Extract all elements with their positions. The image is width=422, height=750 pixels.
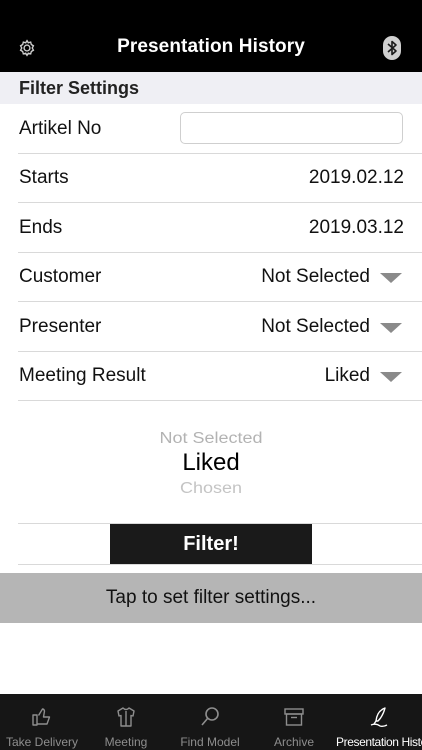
filter-button[interactable]: Filter! — [110, 524, 312, 564]
presenter-row[interactable]: Presenter Not Selected — [18, 302, 422, 352]
filter-button-row: Filter! — [18, 523, 422, 565]
filter-status-bar[interactable]: Tap to set filter settings... — [0, 573, 422, 623]
bluetooth-icon[interactable] — [383, 36, 401, 60]
customer-row[interactable]: Customer Not Selected — [18, 252, 422, 302]
picker-option[interactable]: Chosen — [18, 480, 404, 498]
picker-selected-option[interactable]: Liked — [18, 449, 404, 477]
tab-archive[interactable]: Archive — [252, 694, 336, 750]
shirt-icon — [117, 707, 135, 727]
meeting-result-picker[interactable]: Not Selected Liked Chosen — [18, 411, 422, 524]
ends-value[interactable]: 2019.03.12 — [309, 217, 404, 239]
dropdown-arrow-icon[interactable] — [380, 323, 402, 333]
tab-take-delivery[interactable]: Take Delivery — [0, 694, 84, 750]
tab-label: Presentation History — [336, 735, 422, 749]
meeting-result-value[interactable]: Liked — [325, 365, 370, 387]
starts-value[interactable]: 2019.02.12 — [309, 167, 404, 189]
artikel-row: Artikel No — [18, 104, 422, 154]
section-title: Filter Settings — [19, 78, 140, 98]
tab-label: Meeting — [104, 735, 148, 749]
page-title: Presentation History — [117, 36, 305, 57]
artikel-input[interactable] — [180, 112, 403, 144]
starts-row[interactable]: Starts 2019.02.12 — [18, 153, 422, 203]
archive-box-icon — [284, 708, 304, 726]
filter-settings-header: Filter Settings — [0, 72, 422, 104]
ends-row[interactable]: Ends 2019.03.12 — [18, 203, 422, 253]
search-icon — [201, 707, 219, 726]
dropdown-arrow-icon[interactable] — [380, 372, 402, 382]
meeting-result-label: Meeting Result — [19, 365, 146, 386]
tab-find-model[interactable]: Find Model — [168, 694, 252, 750]
quill-pen-icon — [370, 707, 388, 728]
tab-meeting[interactable]: Meeting — [84, 694, 168, 750]
meeting-result-row[interactable]: Meeting Result Liked — [18, 351, 422, 401]
thumbs-up-icon — [32, 708, 51, 726]
presenter-value[interactable]: Not Selected — [261, 316, 370, 338]
tab-bar: Take Delivery Meeting Find Model Archive… — [0, 694, 422, 750]
ends-label: Ends — [19, 217, 63, 238]
dropdown-arrow-icon[interactable] — [380, 273, 402, 283]
presenter-label: Presenter — [19, 316, 102, 337]
customer-value[interactable]: Not Selected — [261, 266, 370, 288]
tab-presentation-history[interactable]: Presentation History — [336, 694, 422, 750]
picker-option[interactable]: Not Selected — [18, 430, 404, 448]
nav-header: Presentation History — [0, 0, 422, 72]
customer-label: Customer — [19, 266, 102, 287]
tab-label: Take Delivery — [5, 735, 79, 749]
tab-label: Archive — [273, 735, 314, 749]
starts-label: Starts — [19, 167, 69, 188]
artikel-label: Artikel No — [19, 118, 102, 139]
status-text: Tap to set filter settings... — [105, 587, 317, 608]
tab-label: Find Model — [180, 735, 240, 749]
